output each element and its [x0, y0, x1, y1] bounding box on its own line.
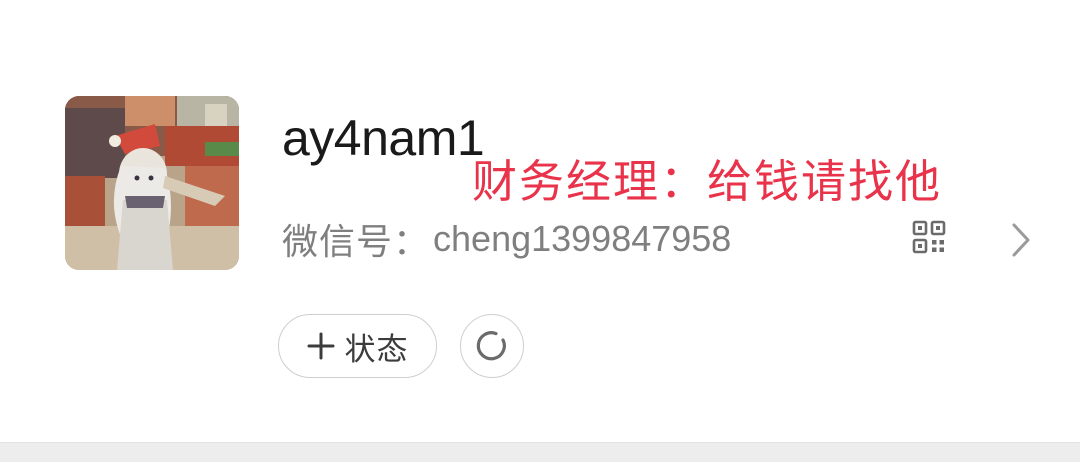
wechat-id-separator: ：: [393, 221, 430, 262]
refresh-button[interactable]: [460, 314, 524, 378]
annotation-overlay: 财务经理：给钱请找他: [472, 155, 943, 208]
refresh-icon: [476, 331, 506, 361]
nickname: ay4nam1: [282, 110, 485, 166]
chevron-right-icon[interactable]: [1010, 222, 1032, 258]
status-button-label: 状态: [344, 331, 409, 368]
avatar-illustration: [65, 96, 239, 270]
add-status-button[interactable]: 状态: [278, 314, 437, 378]
profile-header: ay4nam1 微信号： cheng1399847958 状态 财务经理：给钱请…: [0, 0, 1080, 442]
wechat-id-row[interactable]: 微信号： cheng1399847958: [282, 214, 731, 264]
section-divider: [0, 442, 1080, 462]
wechat-id-label: 微信号: [282, 221, 394, 262]
plus-icon: [307, 332, 334, 360]
qr-code-icon[interactable]: [912, 220, 946, 254]
wechat-id-value: cheng1399847958: [433, 218, 732, 259]
avatar[interactable]: [65, 96, 239, 270]
